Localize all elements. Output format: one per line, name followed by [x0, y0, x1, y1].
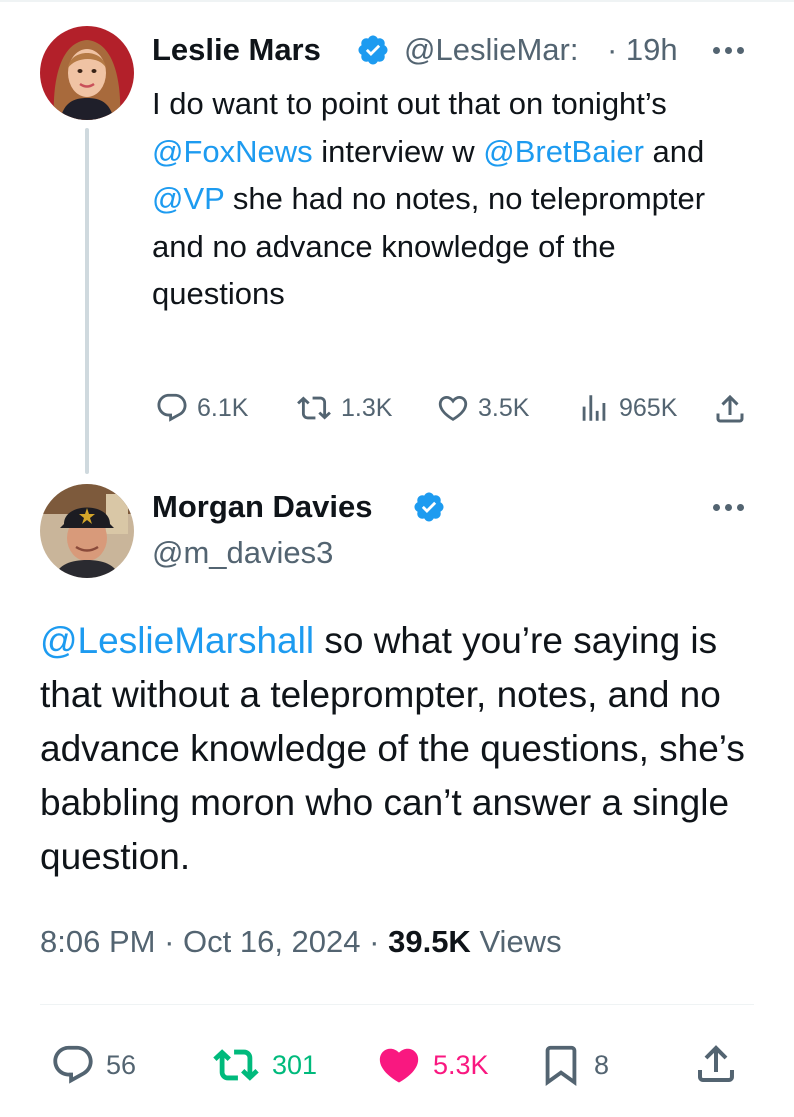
reply-icon — [53, 1045, 93, 1084]
like-icon — [379, 1048, 419, 1083]
repost-icon — [297, 396, 331, 420]
share-button[interactable] — [692, 1040, 740, 1088]
divider — [40, 1004, 754, 1005]
top-divider — [0, 0, 794, 2]
handle-leslie[interactable]: @LeslieMar: — [404, 32, 578, 68]
repost-count: 301 — [272, 1049, 318, 1080]
tweet1-text: I do want to point out that on tonight’s… — [152, 80, 752, 318]
text-segment: and — [643, 133, 705, 169]
repost-count: 1.3K — [341, 393, 393, 422]
share-icon — [716, 394, 744, 423]
views-button[interactable]: 965K — [577, 391, 677, 425]
views-count: 965K — [619, 393, 678, 422]
separator: · — [360, 924, 389, 959]
tweet2-text: @LeslieMarshall so what you’re saying is… — [40, 614, 770, 884]
like-count: 5.3K — [433, 1049, 489, 1080]
more-icon[interactable] — [713, 504, 744, 511]
text-segment: she had no notes, no teleprompter and no… — [152, 181, 706, 311]
text-segment: I do want to point out that on tonight’s — [152, 86, 667, 121]
tweet-date[interactable]: Oct 16, 2024 — [183, 924, 361, 959]
repost-button[interactable]: 301 — [210, 1042, 317, 1088]
handle-morgan[interactable]: @m_davies3 — [152, 535, 333, 571]
author-name-morgan[interactable]: Morgan Davies — [152, 489, 373, 525]
verified-badge-icon[interactable] — [356, 33, 390, 67]
tweet-time[interactable]: 8:06 PM — [40, 924, 155, 959]
views-count: 39.5K — [388, 924, 471, 959]
like-icon — [438, 395, 468, 421]
mention-bretbaier[interactable]: @BretBaier — [483, 134, 644, 169]
reply-button[interactable]: 56 — [50, 1042, 136, 1088]
repost-button[interactable]: 1.3K — [295, 391, 392, 425]
like-count: 3.5K — [478, 393, 530, 422]
author-name-leslie[interactable]: Leslie Mars — [152, 32, 321, 68]
avatar-morgan[interactable] — [40, 484, 134, 578]
thread-line — [85, 128, 89, 474]
mention-foxnews[interactable]: @FoxNews — [152, 134, 313, 169]
bookmark-button[interactable]: 8 — [538, 1042, 609, 1088]
like-button[interactable]: 5.3K — [375, 1042, 489, 1088]
reply-button[interactable]: 6.1K — [155, 391, 248, 425]
like-button[interactable]: 3.5K — [436, 391, 529, 425]
bookmark-icon — [545, 1045, 577, 1086]
verified-badge-icon[interactable] — [412, 490, 446, 524]
reply-count: 6.1K — [197, 393, 249, 422]
views-label: Views — [470, 924, 562, 959]
mention-lesliemarshall[interactable]: @LeslieMarshall — [40, 620, 314, 661]
mention-vp[interactable]: @VP — [152, 181, 224, 216]
reply-count: 56 — [106, 1049, 137, 1080]
share-icon — [698, 1045, 734, 1082]
views-icon — [582, 395, 606, 421]
timestamp-19h[interactable]: · 19h — [607, 32, 678, 68]
reply-icon — [157, 393, 187, 422]
bookmark-count: 8 — [594, 1049, 610, 1080]
more-icon[interactable] — [713, 47, 744, 54]
avatar-leslie[interactable] — [40, 26, 134, 120]
text-segment: interview w — [312, 133, 484, 169]
share-button[interactable] — [712, 391, 748, 427]
repost-icon — [213, 1049, 259, 1081]
separator: · — [155, 924, 184, 959]
tweet-meta: 8:06 PM · Oct 16, 2024 · 39.5K Views — [40, 924, 562, 960]
